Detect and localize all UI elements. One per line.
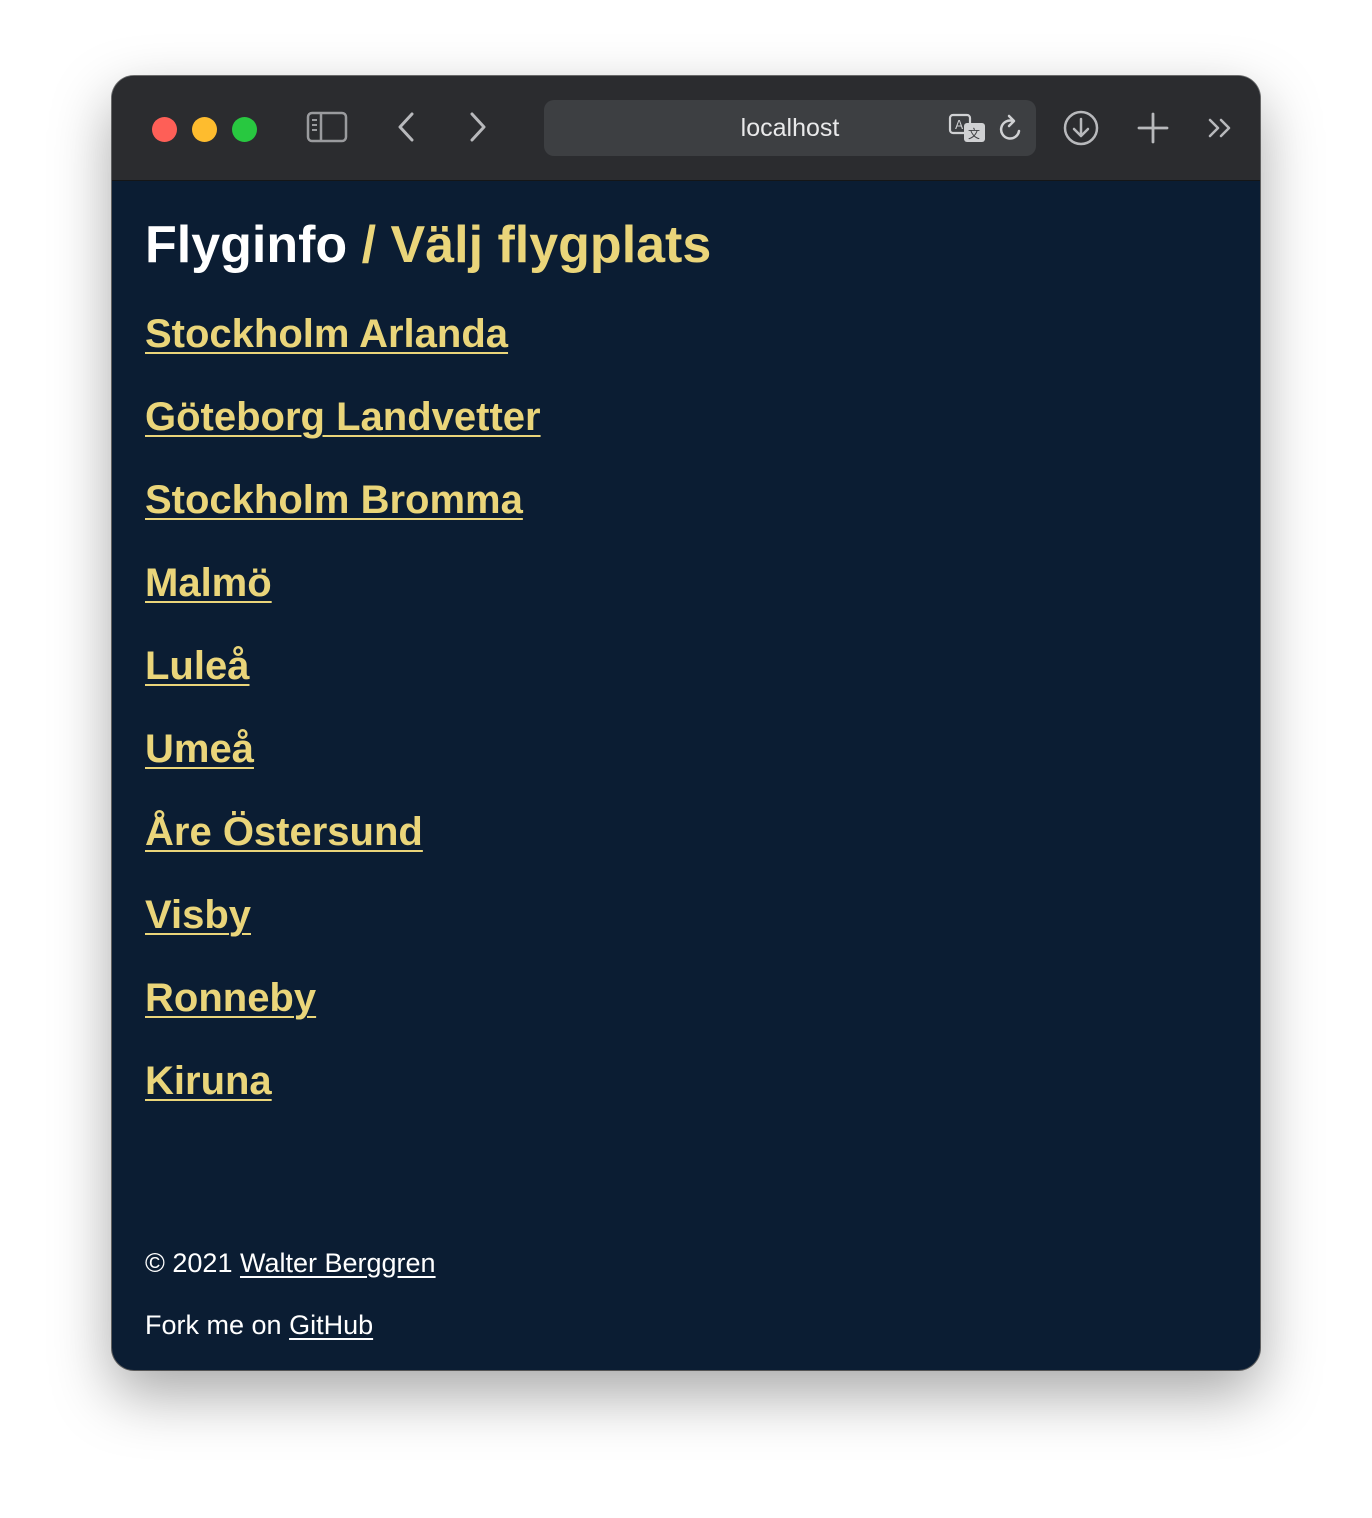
translate-icon[interactable]: A 文: [948, 112, 988, 146]
airport-link-umea[interactable]: Umeå: [145, 727, 254, 771]
sidebar-icon[interactable]: [306, 110, 348, 144]
list-item: Umeå: [145, 726, 541, 809]
list-item: Stockholm Arlanda: [145, 311, 541, 394]
address-bar[interactable]: localhost A 文: [544, 100, 1036, 156]
plus-icon[interactable]: [1134, 109, 1172, 147]
airport-link-kiruna[interactable]: Kiruna: [145, 1059, 272, 1103]
airport-link-are-ostersund[interactable]: Åre Östersund: [145, 810, 423, 854]
list-item: Stockholm Bromma: [145, 477, 541, 560]
list-item: Luleå: [145, 643, 541, 726]
footer-fork: Fork me on GitHub: [145, 1309, 373, 1341]
chevron-left-icon[interactable]: [392, 110, 422, 144]
page-title: Flyginfo / Välj flygplats: [145, 215, 711, 275]
list-item: Ronneby: [145, 975, 541, 1058]
chevron-right-icon[interactable]: [462, 110, 492, 144]
copyright-text: © 2021: [145, 1248, 233, 1278]
airport-link-lulea[interactable]: Luleå: [145, 644, 249, 688]
fork-text: Fork me on: [145, 1310, 282, 1340]
download-icon[interactable]: [1062, 109, 1100, 147]
double-chevron-right-icon[interactable]: [1206, 113, 1236, 143]
airport-link-stockholm-bromma[interactable]: Stockholm Bromma: [145, 478, 523, 522]
browser-window: localhost A 文 Flyginfo / Välj flygplats …: [112, 76, 1260, 1370]
minimize-window-button[interactable]: [192, 117, 217, 142]
list-item: Kiruna: [145, 1058, 541, 1141]
close-window-button[interactable]: [152, 117, 177, 142]
svg-text:A: A: [955, 118, 964, 132]
page-title-sub: / Välj flygplats: [361, 216, 712, 274]
list-item: Göteborg Landvetter: [145, 394, 541, 477]
browser-toolbar: localhost A 文: [112, 76, 1260, 181]
author-link[interactable]: Walter Berggren: [240, 1248, 436, 1278]
airport-link-ronneby[interactable]: Ronneby: [145, 976, 316, 1020]
airport-link-visby[interactable]: Visby: [145, 893, 251, 937]
list-item: Malmö: [145, 560, 541, 643]
page-content: Flyginfo / Välj flygplats Stockholm Arla…: [112, 181, 1260, 1370]
list-item: Visby: [145, 892, 541, 975]
svg-text:文: 文: [968, 126, 980, 141]
reload-icon[interactable]: [996, 113, 1026, 145]
airport-link-malmo[interactable]: Malmö: [145, 561, 272, 605]
page-title-main: Flyginfo: [145, 216, 348, 274]
list-item: Åre Östersund: [145, 809, 541, 892]
airport-list: Stockholm Arlanda Göteborg Landvetter St…: [145, 311, 541, 1141]
airport-link-goteborg-landvetter[interactable]: Göteborg Landvetter: [145, 395, 541, 439]
footer-copyright: © 2021 Walter Berggren: [145, 1247, 436, 1279]
zoom-window-button[interactable]: [232, 117, 257, 142]
github-link[interactable]: GitHub: [289, 1310, 373, 1340]
airport-link-stockholm-arlanda[interactable]: Stockholm Arlanda: [145, 312, 508, 356]
